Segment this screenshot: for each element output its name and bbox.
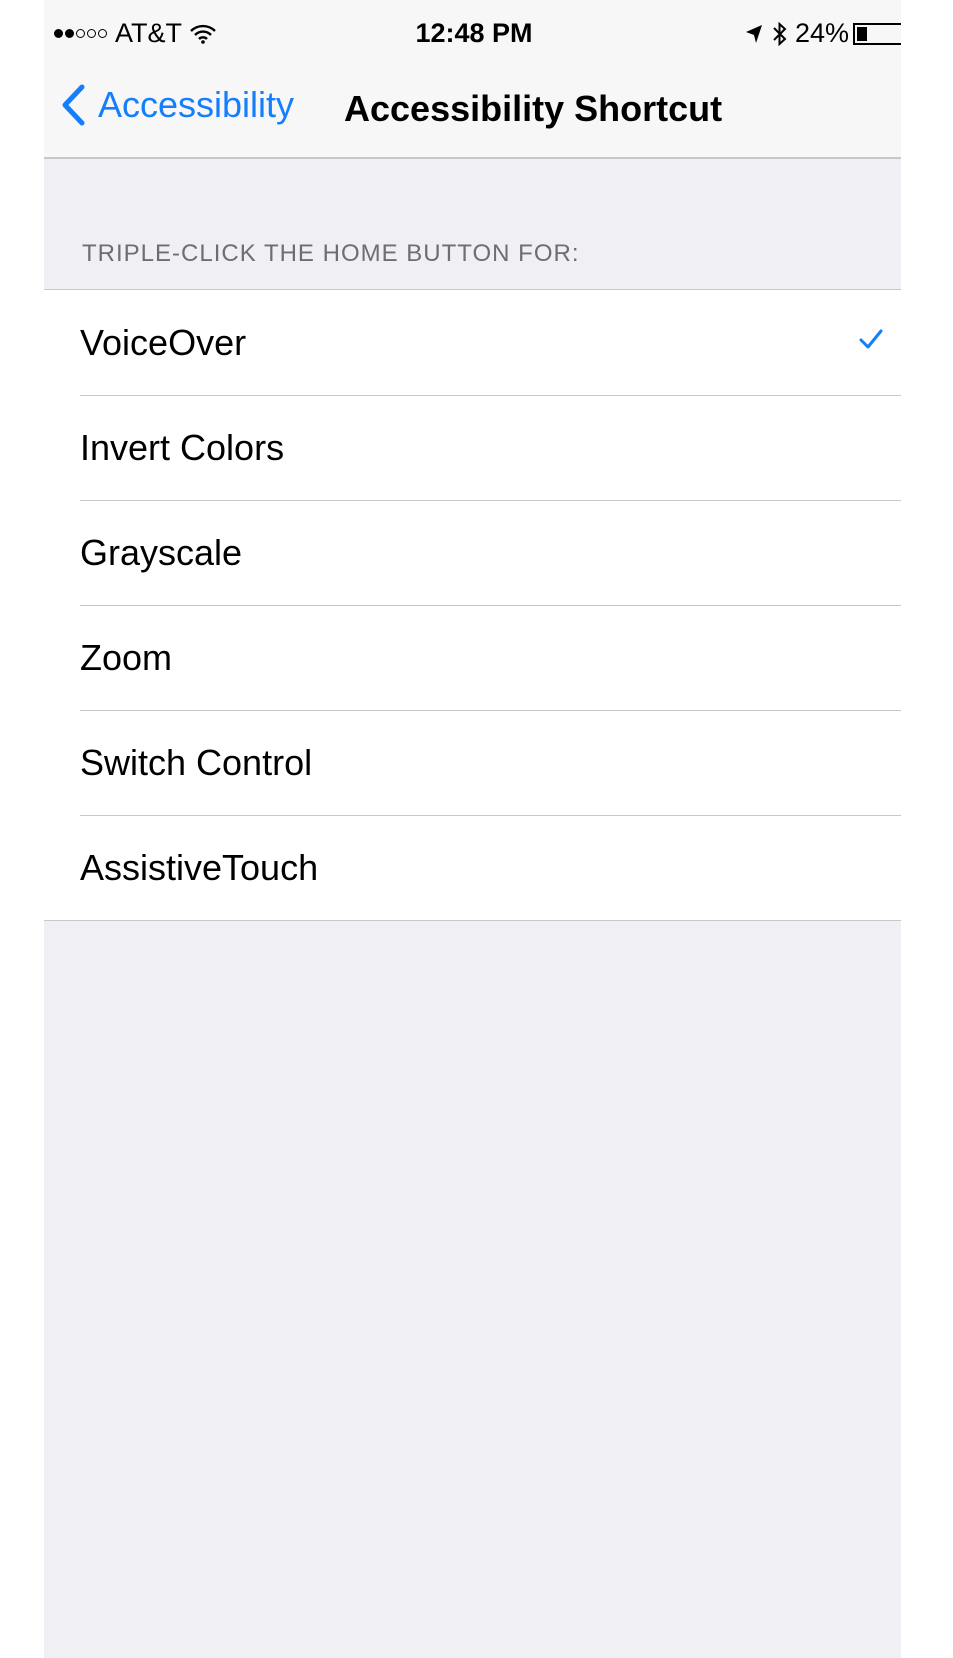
status-left: AT&T [54, 18, 216, 49]
option-row-voiceover[interactable]: VoiceOver [44, 290, 901, 395]
option-row-assistivetouch[interactable]: AssistiveTouch [44, 815, 901, 920]
bluetooth-icon [773, 21, 787, 46]
signal-strength-icon [54, 29, 109, 38]
option-label: AssistiveTouch [80, 847, 319, 888]
battery-icon [853, 22, 901, 45]
status-right: 24% [745, 18, 901, 49]
signal-dot [76, 29, 85, 38]
battery-percent: 24% [794, 18, 849, 48]
top-bar: AT&T 12:48 PM 24% Accessibility Accessib… [44, 0, 901, 159]
option-row-zoom[interactable]: Zoom [44, 605, 901, 710]
chevron-left-icon [62, 84, 85, 126]
signal-dot [65, 29, 74, 38]
signal-dot [98, 29, 107, 38]
navigation-bar: Accessibility Accessibility Shortcut [44, 66, 901, 157]
option-row-invert-colors[interactable]: Invert Colors [44, 395, 901, 500]
status-bar: AT&T 12:48 PM 24% [44, 0, 901, 66]
section-header: TRIPLE-CLICK THE HOME BUTTON FOR: [82, 240, 580, 267]
location-arrow-icon [745, 24, 762, 43]
checkmark-icon [859, 329, 883, 349]
option-row-switch-control[interactable]: Switch Control [44, 710, 901, 815]
option-label: Zoom [80, 637, 173, 678]
back-button-label: Accessibility [98, 84, 295, 125]
option-label: Grayscale [80, 532, 243, 573]
page-title: Accessibility Shortcut [344, 88, 723, 129]
option-label: VoiceOver [80, 322, 247, 363]
signal-dot [54, 29, 63, 38]
signal-dot [87, 29, 96, 38]
wifi-icon [190, 24, 216, 44]
battery-level-fill [857, 26, 867, 41]
shortcut-options-list: VoiceOver Invert Colors Grayscale Zoom S… [44, 289, 901, 921]
option-label: Invert Colors [80, 427, 285, 468]
option-label: Switch Control [80, 742, 313, 783]
status-time: 12:48 PM [415, 18, 533, 48]
back-button[interactable]: Accessibility [60, 84, 294, 126]
carrier-label: AT&T [115, 18, 182, 48]
settings-screen: AT&T 12:48 PM 24% Accessibility Accessib… [44, 0, 901, 1658]
option-row-grayscale[interactable]: Grayscale [44, 500, 901, 605]
